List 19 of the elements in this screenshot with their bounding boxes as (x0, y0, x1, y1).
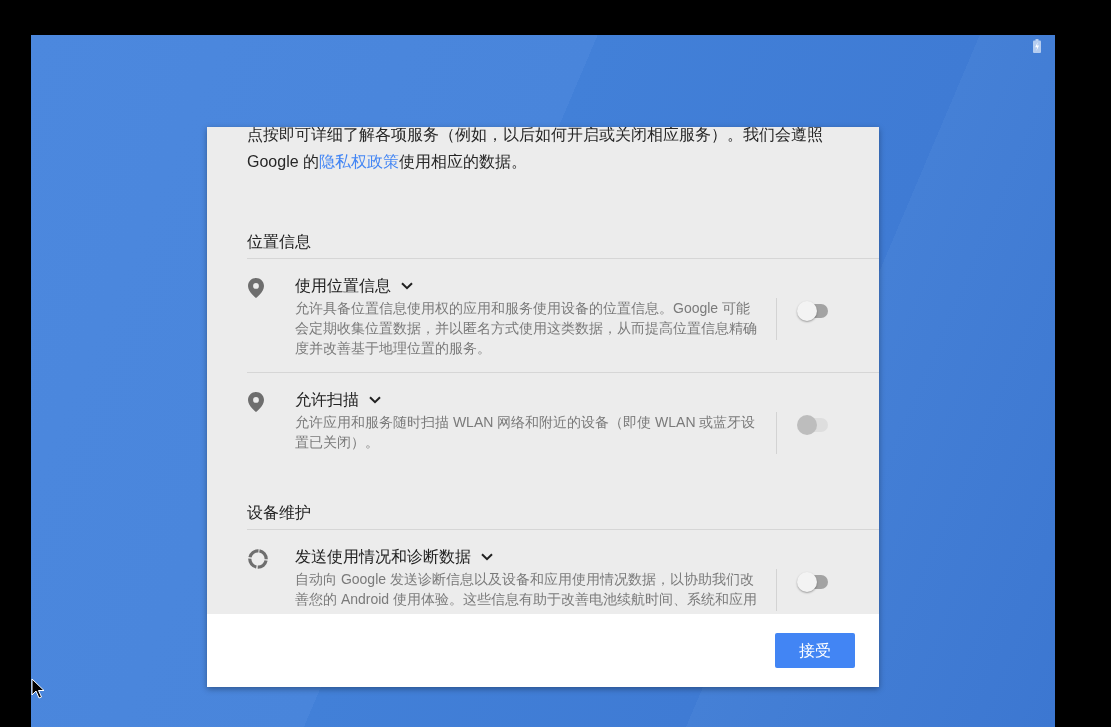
toggle-switch[interactable] (796, 301, 828, 321)
chevron-down-icon (401, 282, 413, 290)
mouse-cursor-icon (31, 678, 45, 700)
expand-button[interactable]: 使用位置信息 (295, 274, 413, 298)
chevron-down-icon (481, 553, 493, 561)
setting-description: 自动向 Google 发送诊断信息以及设备和应用使用情况数据，以协助我们改善您的 Android 使用体验。这些信息有助于改善电池续航时间、系统和应用 (295, 570, 759, 609)
battery-charging-icon (1033, 39, 1041, 53)
section-heading: 设备维护 (247, 503, 312, 523)
setting-description: 允许应用和服务随时扫描 WLAN 网络和附近的设备（即使 WLAN 或蓝牙设置已关闭）。 (295, 413, 757, 452)
section-heading: 位置信息 (247, 232, 312, 252)
location-pin-icon (248, 392, 264, 412)
accept-button[interactable]: 接受 (775, 633, 855, 668)
intro-paragraph: 点按即可详细了解各项服务（例如，以后如何开启或关闭相应服务）。我们会遵照 Google 的隐私权政策使用相应的数据。 (247, 127, 824, 172)
expand-button[interactable]: 发送使用情况和诊断数据 (295, 545, 493, 569)
toggle-switch[interactable] (796, 572, 828, 592)
segmented-ring-icon (248, 549, 268, 569)
setting-description: 允许具备位置信息使用权的应用和服务使用设备的位置信息。Google 可能会定期收集位置数据，并以匿名方式使用这类数据，从而提高位置信息精确度并改善基于地理位置的服务。 (295, 299, 758, 358)
chevron-down-icon (369, 396, 381, 404)
location-pin-icon (248, 278, 264, 298)
